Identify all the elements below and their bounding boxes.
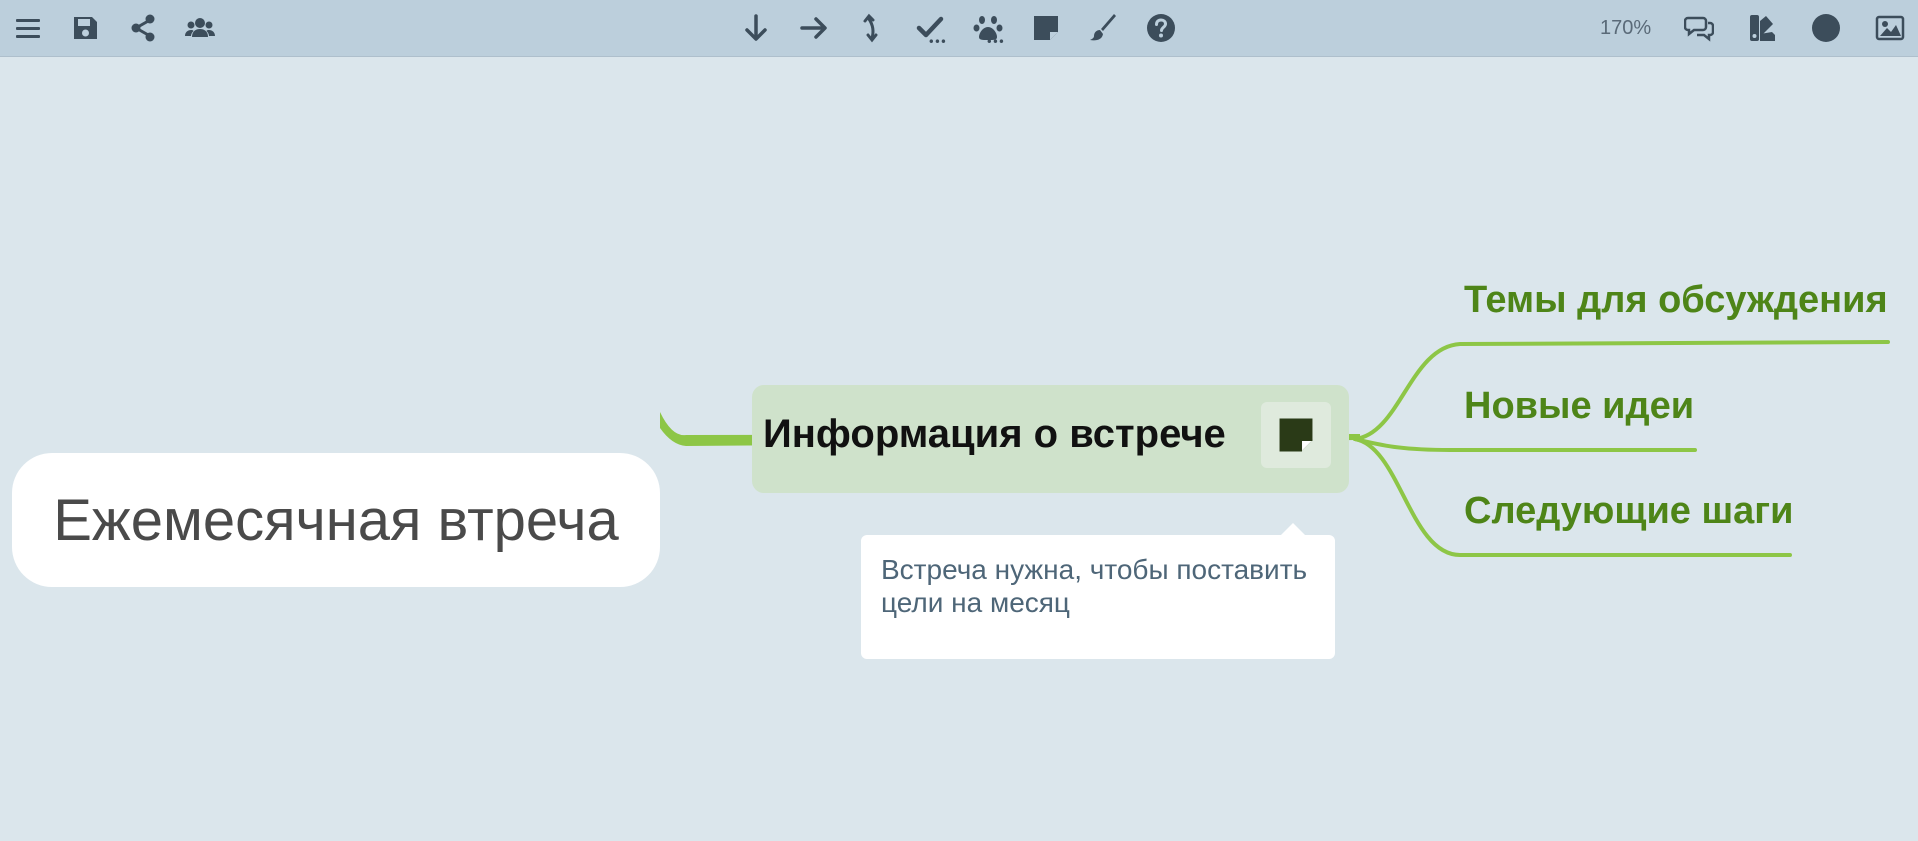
icon-picker-button[interactable]: ••• bbox=[968, 8, 1008, 48]
note-popup-pointer bbox=[1281, 523, 1305, 535]
menu-icon bbox=[16, 19, 40, 38]
main-topic-label: Информация о встрече bbox=[763, 412, 1226, 456]
arrow-down-icon bbox=[745, 14, 767, 41]
sticky-note-icon bbox=[1034, 16, 1058, 40]
comments-icon bbox=[1684, 16, 1714, 42]
more-options-icon: ••• bbox=[927, 35, 947, 49]
more-options-icon: ••• bbox=[985, 35, 1005, 49]
save-button[interactable] bbox=[65, 8, 105, 48]
menu-button[interactable] bbox=[8, 8, 48, 48]
branch-subtopic-2 bbox=[1353, 437, 1697, 452]
note-text[interactable]: Встреча нужна, чтобы поставить цели на м… bbox=[881, 553, 1321, 619]
main-topic[interactable]: Информация о встрече bbox=[752, 385, 1349, 493]
subtopic-next-steps[interactable]: Следующие шаги bbox=[1464, 490, 1794, 533]
add-child-button[interactable] bbox=[736, 8, 776, 48]
color-button[interactable] bbox=[1806, 8, 1846, 48]
users-icon bbox=[185, 18, 215, 37]
users-button[interactable] bbox=[180, 8, 220, 48]
root-topic[interactable]: Ежемесячная втреча bbox=[12, 453, 660, 587]
subtopic-discussion[interactable]: Темы для обсуждения bbox=[1464, 279, 1888, 322]
share-icon bbox=[131, 14, 155, 42]
share-button[interactable] bbox=[123, 8, 163, 48]
sticky-note-icon bbox=[1279, 418, 1313, 452]
help-icon bbox=[1147, 14, 1175, 42]
toolbar: ••• ••• 170% bbox=[0, 0, 1918, 57]
image-button[interactable] bbox=[1870, 8, 1910, 48]
connect-arrow-icon bbox=[863, 13, 878, 43]
swatches-icon bbox=[1750, 15, 1775, 41]
help-button[interactable] bbox=[1141, 8, 1181, 48]
image-icon bbox=[1875, 15, 1905, 41]
comments-button[interactable] bbox=[1679, 8, 1719, 48]
note-button[interactable] bbox=[1026, 8, 1066, 48]
add-sibling-button[interactable] bbox=[794, 8, 834, 48]
zoom-level[interactable]: 170% bbox=[1600, 17, 1651, 40]
note-indicator[interactable] bbox=[1261, 402, 1331, 468]
subtopic-ideas[interactable]: Новые идеи bbox=[1464, 385, 1694, 428]
circle-icon bbox=[1812, 14, 1840, 42]
mindmap-canvas[interactable]: Ежемесячная втреча Информация о встрече … bbox=[0, 57, 1918, 841]
arrow-right-icon bbox=[800, 17, 827, 39]
status-button[interactable]: ••• bbox=[910, 8, 950, 48]
style-button[interactable] bbox=[1084, 8, 1124, 48]
brush-icon bbox=[1090, 14, 1116, 41]
connect-button[interactable] bbox=[852, 8, 892, 48]
save-icon bbox=[74, 17, 97, 39]
theme-button[interactable] bbox=[1743, 8, 1783, 48]
note-popup: Встреча нужна, чтобы поставить цели на м… bbox=[861, 523, 1335, 659]
